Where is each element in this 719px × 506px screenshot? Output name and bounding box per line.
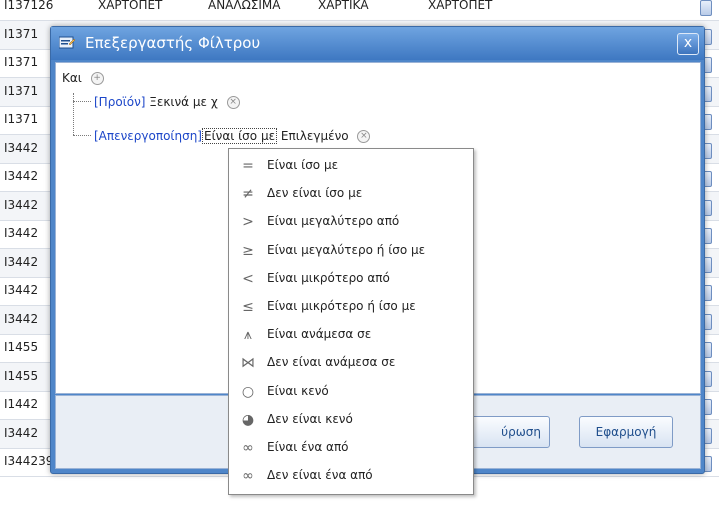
none-of-icon: ∞: [242, 468, 254, 485]
operator-menu-item[interactable]: > Είναι μεγαλύτερο από: [229, 208, 473, 236]
operator-menu-item[interactable]: ⋈ Δεν είναι ανάμεσα σε: [229, 349, 473, 377]
table-cell: I1442: [4, 397, 39, 411]
table-cell: ΑΝΑΛΩΣΙΜΑ: [208, 0, 281, 12]
remove-condition-icon[interactable]: ×: [226, 96, 240, 109]
table-cell: I3442: [4, 425, 39, 440]
group-node: Και +: [62, 71, 104, 85]
condition-row: [Προϊόν] Ξεκινά με χ ×: [94, 95, 240, 109]
group-operator-and[interactable]: Και: [62, 71, 82, 85]
dialog-titlebar[interactable]: Επεξεργαστής Φίλτρου x: [51, 27, 704, 60]
table-cell: I1371: [4, 26, 39, 41]
table-cell: ΧΑΡΤΙΚΑ: [318, 0, 369, 12]
operator-menu-item[interactable]: = Είναι ίσο με: [229, 152, 473, 180]
apply-button[interactable]: Εφαρμογή: [579, 416, 673, 448]
tree-connector: [73, 93, 74, 135]
table-cell: I3442: [4, 226, 39, 240]
close-button[interactable]: x: [677, 33, 699, 55]
operator-menu-item[interactable]: ○ Είναι κενό: [229, 378, 473, 406]
operator-menu-label: Είναι ίσο με: [267, 158, 339, 172]
operator-menu-label: Δεν είναι ένα από: [267, 468, 373, 483]
close-icon: x: [683, 35, 693, 51]
between-icon: ⩚: [244, 327, 252, 344]
apply-button-label: Εφαρμογή: [595, 425, 657, 439]
operator-menu-label: Δεν είναι ανάμεσα σε: [267, 355, 396, 370]
add-condition-icon[interactable]: +: [90, 72, 104, 85]
operator-dropdown-menu: = Είναι ίσο με ≠ Δεν είναι ίσο με > Είναι μεγ…: [228, 148, 474, 495]
condition-field[interactable]: [Απενεργοποίηση]: [94, 129, 202, 143]
filter-editor-icon: [59, 36, 75, 49]
operator-menu-item[interactable]: ≥ Είναι μεγαλύτερο ή ίσο με: [229, 237, 473, 265]
table-cell: I3442: [4, 197, 39, 212]
table-cell: I1455: [4, 340, 39, 354]
table-cell: I344239: [4, 454, 54, 468]
operator-menu-label: Είναι μικρότερο ή ίσο με: [267, 299, 416, 313]
table-cell: ΧΑΡΤΟΠΕΤ: [428, 0, 493, 12]
table-cell: ΧΑΡΤΟΠΕΤ: [98, 0, 163, 12]
table-cell: I3442: [4, 311, 39, 326]
condition-value[interactable]: χ: [211, 95, 218, 109]
operator-menu-item[interactable]: ∞ Είναι ένα από: [229, 434, 473, 462]
operator-menu-label: Είναι μικρότερο από: [267, 270, 390, 285]
not-equal-icon: ≠: [242, 186, 254, 203]
condition-operator[interactable]: Ξεκινά με: [149, 95, 207, 109]
operator-menu-item[interactable]: ≠ Δεν είναι ίσο με: [229, 180, 473, 208]
operator-menu-label: Είναι ένα από: [267, 440, 349, 454]
table-cell: I1455: [4, 368, 39, 383]
table-cell: I3442: [4, 283, 39, 297]
filled-circle-icon: ◕: [241, 411, 255, 428]
row-marker-icon[interactable]: [700, 0, 712, 16]
equals-icon: =: [242, 158, 254, 174]
operator-menu-item[interactable]: ◕ Δεν είναι κενό: [229, 406, 473, 434]
operator-menu-item[interactable]: ∞ Δεν είναι ένα από: [229, 462, 473, 490]
operator-menu-item[interactable]: < Είναι μικρότερο από: [229, 265, 473, 293]
operator-menu-item[interactable]: ⩚ Είναι ανάμεσα σε: [229, 321, 473, 349]
table-cell: I1371: [4, 112, 39, 126]
dialog-title: Επεξεργαστής Φίλτρου: [85, 34, 261, 52]
not-between-icon: ⋈: [241, 355, 255, 372]
condition-field[interactable]: [Προϊόν]: [94, 95, 145, 109]
greater-than-icon: >: [242, 214, 254, 231]
empty-circle-icon: ○: [241, 383, 255, 400]
less-equal-icon: ≤: [242, 299, 254, 315]
remove-condition-icon[interactable]: ×: [357, 130, 371, 143]
condition-value[interactable]: Επιλεγμένο: [281, 129, 349, 143]
condition-operator[interactable]: Είναι ίσο με: [201, 128, 278, 144]
operator-menu-label: Είναι κενό: [267, 383, 329, 398]
less-than-icon: <: [242, 270, 254, 287]
tree-connector: [73, 101, 91, 102]
operator-menu-label: Δεν είναι κενό: [267, 411, 353, 426]
operator-menu-item[interactable]: ≤ Είναι μικρότερο ή ίσο με: [229, 293, 473, 321]
table-row[interactable]: I137126 ΧΑΡΤΟΠΕΤ ΑΝΑΛΩΣΙΜΑ ΧΑΡΤΙΚΑ ΧΑΡΤΟΠΕΤ: [0, 0, 719, 21]
table-cell: I3442: [4, 140, 39, 155]
tree-connector: [73, 135, 91, 136]
operator-menu-label: Δεν είναι ίσο με: [267, 186, 363, 201]
cancel-button-label: ύρωση: [501, 425, 541, 439]
condition-row: [Απενεργοποίηση] Είναι ίσο με Επιλεγμένο …: [94, 128, 371, 144]
table-cell: I1371: [4, 83, 39, 98]
any-of-icon: ∞: [242, 440, 254, 456]
table-cell: I3442: [4, 254, 39, 269]
table-cell: I137126: [4, 0, 54, 12]
greater-equal-icon: ≥: [242, 242, 254, 259]
operator-menu-label: Είναι μεγαλύτερο από: [267, 214, 400, 229]
operator-menu-label: Είναι ανάμεσα σε: [267, 327, 372, 342]
operator-menu-label: Είναι μεγαλύτερο ή ίσο με: [267, 242, 426, 257]
table-cell: I3442: [4, 169, 39, 183]
table-cell: I1371: [4, 55, 39, 69]
